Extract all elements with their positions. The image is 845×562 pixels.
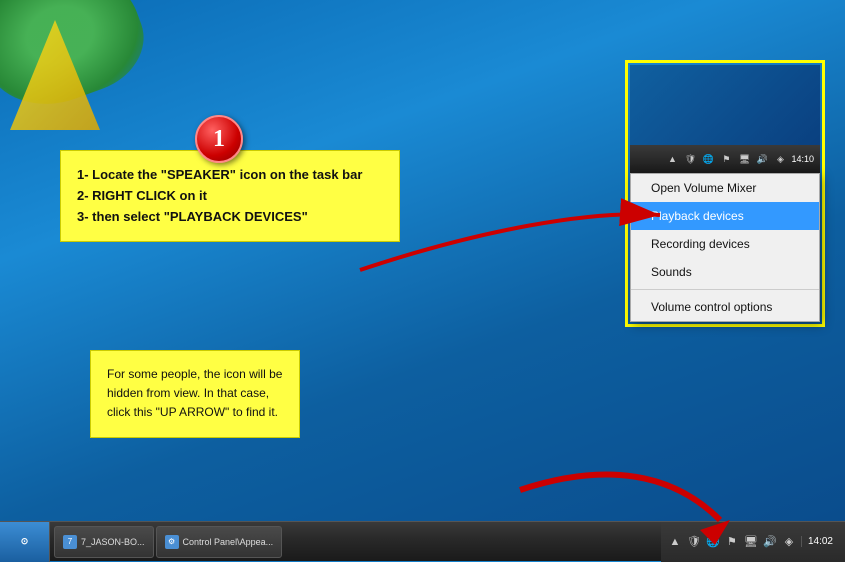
context-menu-label-volume-control: Volume control options <box>651 300 772 314</box>
context-menu-label-recording: Recording devices <box>651 237 750 251</box>
mini-up-arrow-icon: ▲ <box>665 152 679 166</box>
taskbar-items: 7 7_JASON-BO... ⚙ Control Panel\Appea... <box>50 526 661 558</box>
systray-monitor-icon[interactable]: 🖥 <box>743 534 759 550</box>
instruction-box-1: 1- Locate the "SPEAKER" icon on the task… <box>60 150 400 242</box>
taskbar-item-label-1: Control Panel\Appea... <box>183 537 274 547</box>
systray-volume-icon[interactable]: 🔊 <box>762 534 778 550</box>
arrow-to-taskbar-curve <box>520 475 720 520</box>
taskbar-item-0[interactable]: 7 7_JASON-BO... <box>54 526 154 558</box>
context-menu-item-volume-control[interactable]: Volume control options <box>631 293 819 321</box>
context-menu-label-sounds: Sounds <box>651 265 692 279</box>
step-number-label: 1 <box>213 126 225 153</box>
taskbar-clock: 14:02 <box>801 536 839 547</box>
mini-shield-icon: 🛡 <box>683 152 697 166</box>
taskbar-item-1[interactable]: ⚙ Control Panel\Appea... <box>156 526 283 558</box>
systray-network-icon[interactable]: 🌐 <box>705 534 721 550</box>
context-menu-label-playback: Playback devices <box>651 209 744 223</box>
context-menu-separator <box>631 289 819 290</box>
mini-desktop-preview <box>630 65 820 145</box>
instruction-line-2: 2- RIGHT CLICK on it <box>77 186 383 207</box>
instruction-line-3: 3- then select "PLAYBACK DEVICES" <box>77 207 383 228</box>
instruction-box-2: For some people, the icon will be hidden… <box>90 350 300 438</box>
context-menu-item-playback[interactable]: Playback devices <box>631 202 819 230</box>
taskbar-item-label-0: 7_JASON-BO... <box>81 537 145 547</box>
context-menu-label-volume-mixer: Open Volume Mixer <box>651 181 756 195</box>
mini-taskbar: ▲ 🛡 🌐 ⚑ 🖥 🔊 ◈ 14:10 <box>630 145 820 173</box>
mini-google-icon: ◈ <box>773 152 787 166</box>
taskbar: ⊙ 7 7_JASON-BO... ⚙ Control Panel\Appea.… <box>0 521 845 561</box>
context-menu: Open Volume Mixer Playback devices Recor… <box>630 173 820 322</box>
arrow-to-playback <box>360 214 660 270</box>
start-orb: ⊙ <box>21 536 29 547</box>
taskbar-item-icon-1: ⚙ <box>165 535 179 549</box>
instruction-line-1: 1- Locate the "SPEAKER" icon on the task… <box>77 165 383 186</box>
context-menu-border: ▲ 🛡 🌐 ⚑ 🖥 🔊 ◈ 14:10 Open Volume Mixer Pl… <box>625 60 825 327</box>
step-number-circle: 1 <box>195 115 243 163</box>
context-menu-item-sounds[interactable]: Sounds <box>631 258 819 286</box>
mini-network-icon: 🌐 <box>701 152 715 166</box>
mini-monitor-icon: 🖥 <box>737 152 751 166</box>
context-menu-area: ▲ 🛡 🌐 ⚑ 🖥 🔊 ◈ 14:10 Open Volume Mixer Pl… <box>625 60 825 327</box>
systray-shield-icon[interactable]: 🛡 <box>686 534 702 550</box>
instruction-box-2-text: For some people, the icon will be hidden… <box>107 367 282 419</box>
start-button[interactable]: ⊙ <box>0 522 50 562</box>
systray: ▲ 🛡 🌐 ⚑ 🖥 🔊 ◈ 14:02 <box>661 522 845 562</box>
systray-up-arrow[interactable]: ▲ <box>667 534 683 550</box>
context-menu-item-volume-mixer[interactable]: Open Volume Mixer <box>631 174 819 202</box>
systray-drive-icon[interactable]: ◈ <box>781 534 797 550</box>
mini-flag-icon: ⚑ <box>719 152 733 166</box>
systray-icons: ▲ 🛡 🌐 ⚑ 🖥 🔊 ◈ <box>667 534 797 550</box>
systray-flag-icon[interactable]: ⚑ <box>724 534 740 550</box>
context-menu-item-recording[interactable]: Recording devices <box>631 230 819 258</box>
taskbar-item-icon-0: 7 <box>63 535 77 549</box>
mini-clock-display: 14:10 <box>791 154 814 164</box>
mini-volume-icon: 🔊 <box>755 152 769 166</box>
